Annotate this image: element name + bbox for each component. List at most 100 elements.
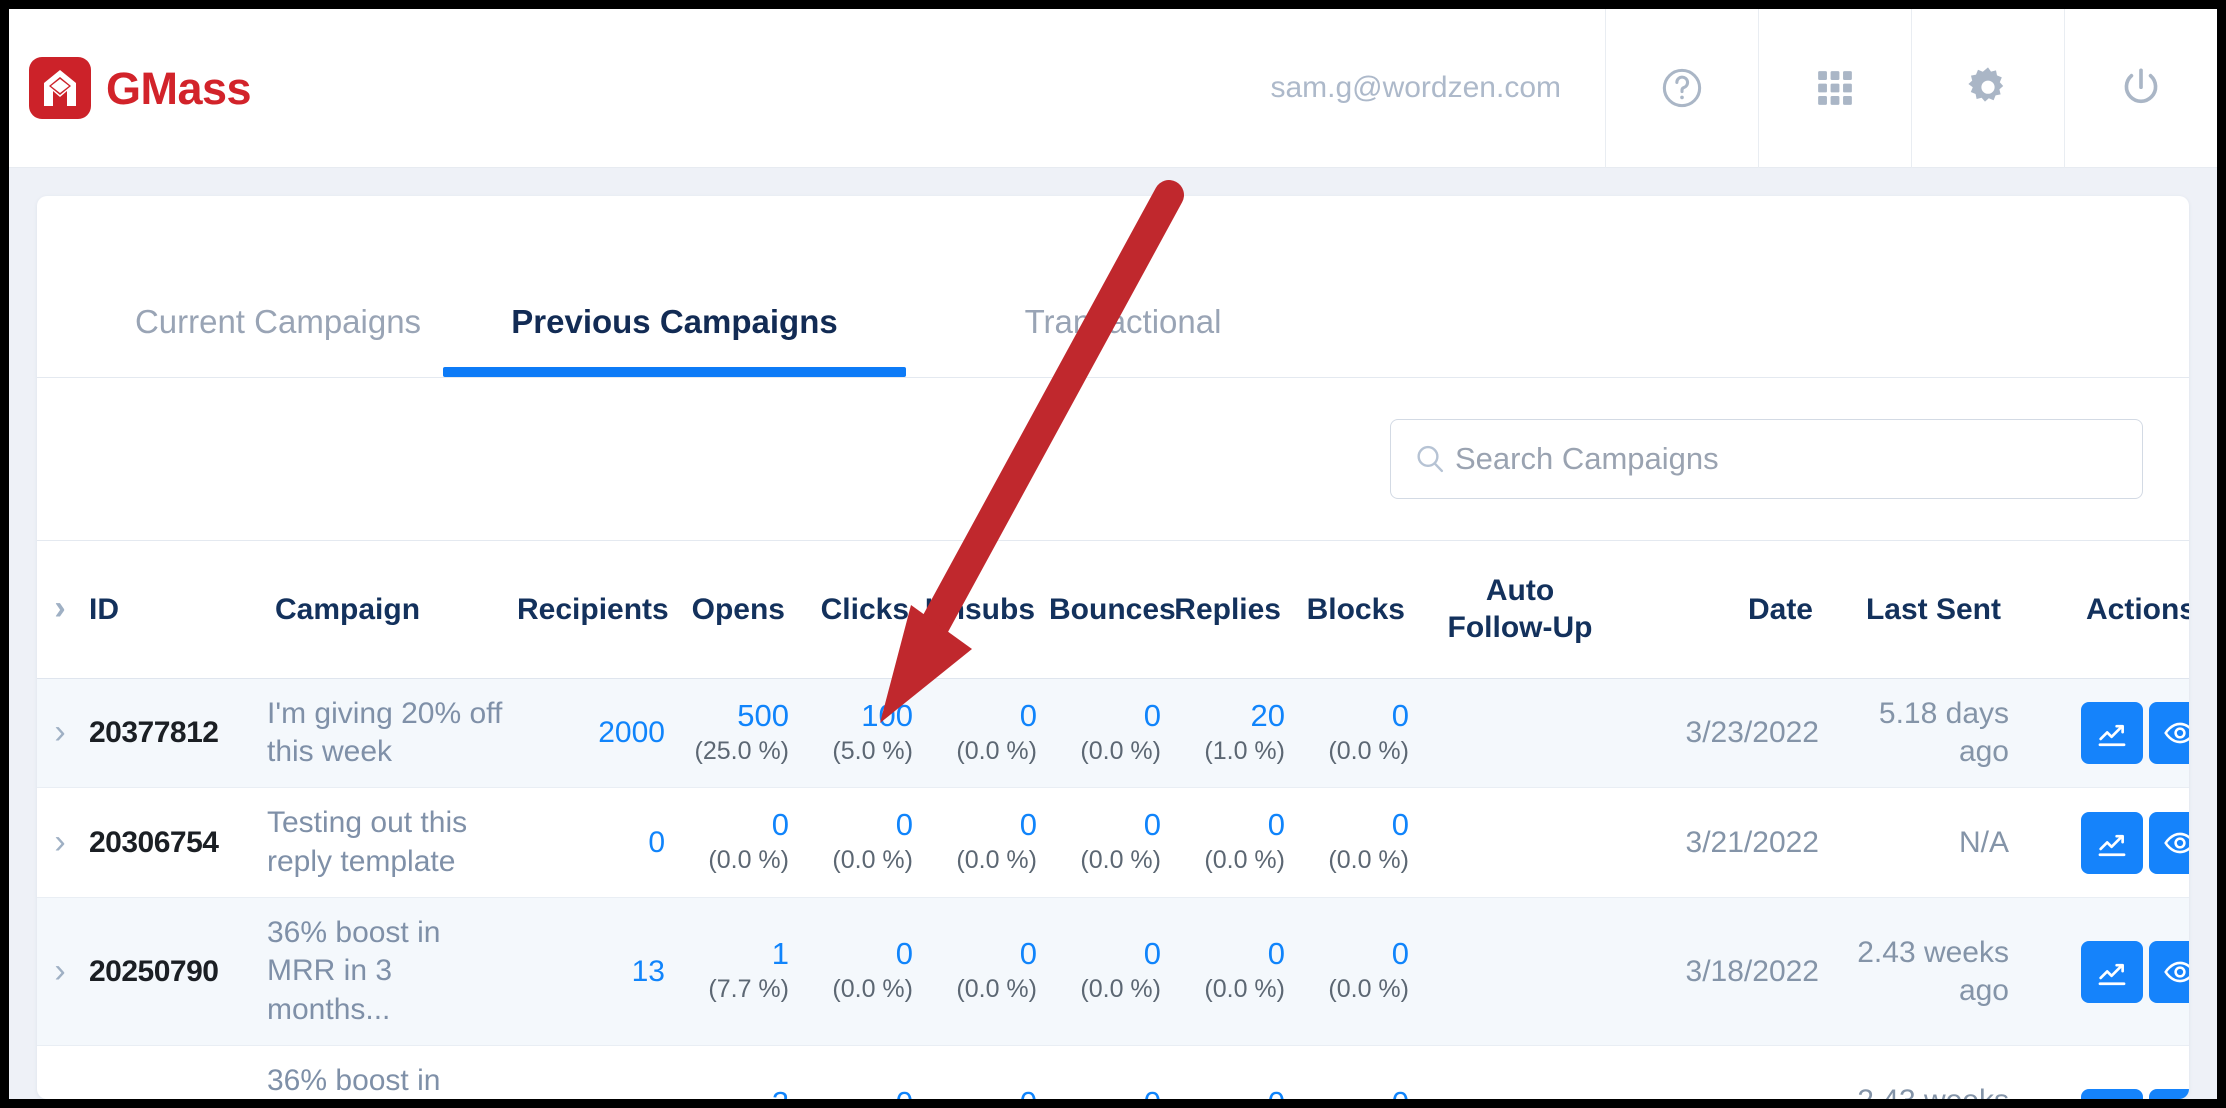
stat-percent: (0.0 %) (1328, 846, 1409, 875)
chevron-right-icon: › (54, 951, 66, 990)
stat-value: 0 (1143, 936, 1161, 972)
header-recipients[interactable]: Recipients (511, 541, 671, 678)
tab-previous-campaigns[interactable]: Previous Campaigns (443, 303, 906, 377)
tab-current-campaigns[interactable]: Current Campaigns (133, 303, 423, 377)
stat-value: 100 (861, 697, 913, 733)
apps-grid-icon[interactable] (1758, 9, 1911, 168)
cell-id[interactable]: 20306754 (83, 787, 261, 899)
cell-blocks[interactable]: 0(0.0 %) (1291, 787, 1415, 899)
cell-opens[interactable]: 2(11.8 %) (671, 1045, 795, 1099)
header-replies[interactable]: Replies (1167, 541, 1291, 678)
cell-clicks[interactable]: 0(0.0 %) (795, 897, 919, 1047)
cell-campaign[interactable]: Testing out this reply template (261, 787, 511, 899)
cell-auto-follow-up (1415, 678, 1625, 789)
cell-unsubs[interactable]: 0(0.0 %) (919, 897, 1043, 1047)
header-blocks[interactable]: Blocks (1291, 541, 1415, 678)
brand-name: GMass (106, 62, 252, 114)
preview-eye-icon[interactable] (2149, 701, 2189, 764)
header-clicks[interactable]: Clicks (795, 541, 919, 678)
stat-value: 0 (1143, 697, 1161, 733)
help-icon[interactable] (1605, 9, 1758, 168)
stat-percent: (0.0 %) (1204, 975, 1285, 1004)
cell-bounces[interactable]: 0(0.0 %) (1043, 1045, 1167, 1099)
table-row[interactable]: › 20377812 I'm giving 20% off this week 200… (37, 678, 2189, 789)
header-last-sent[interactable]: Last Sent (1825, 541, 2015, 678)
cell-recipients[interactable]: 2000 (511, 678, 671, 789)
expand-all-header[interactable]: › (37, 541, 83, 678)
cell-date: 3/23/2022 (1625, 678, 1825, 789)
reports-icon[interactable] (2081, 701, 2143, 764)
cell-replies[interactable]: 0(0.0 %) (1167, 1045, 1291, 1099)
row-expand-toggle[interactable]: › (37, 678, 83, 789)
search-input[interactable] (1455, 441, 2120, 477)
header-id[interactable]: ID (83, 541, 261, 678)
reports-icon[interactable] (2081, 1088, 2143, 1099)
cell-campaign[interactable]: 36% boost in MRR in 3 months... (261, 897, 511, 1047)
chevron-right-icon: › (54, 588, 66, 627)
cell-bounces[interactable]: 0(0.0 %) (1043, 897, 1167, 1047)
cell-blocks[interactable]: 0(0.0 %) (1291, 1045, 1415, 1099)
cell-blocks[interactable]: 0(0.0 %) (1291, 678, 1415, 789)
cell-bounces[interactable]: 0(0.0 %) (1043, 678, 1167, 789)
cell-date: 3/18/2022 (1625, 1045, 1825, 1099)
cell-opens[interactable]: 0 (0.0 %) (671, 787, 795, 899)
cell-blocks[interactable]: 0(0.0 %) (1291, 897, 1415, 1047)
cell-recipients[interactable]: 17 (511, 1045, 671, 1099)
cell-unsubs[interactable]: 0 (0.0 %) (919, 678, 1043, 789)
header-bounces[interactable]: Bounces (1043, 541, 1176, 678)
cell-clicks[interactable]: 0(0.0 %) (795, 787, 919, 899)
cell-recipients[interactable]: 13 (511, 897, 671, 1047)
row-expand-toggle[interactable]: › (37, 897, 83, 1047)
cell-unsubs[interactable]: 0(0.0 %) (919, 1045, 1043, 1099)
cell-opens[interactable]: 500 (25.0 %) (671, 678, 795, 789)
header-date[interactable]: Date (1625, 541, 1825, 678)
stat-percent: (0.0 %) (956, 736, 1037, 765)
brand-logo[interactable]: GMass (29, 57, 252, 119)
reports-icon[interactable] (2081, 940, 2143, 1003)
preview-eye-icon[interactable] (2149, 811, 2189, 874)
header-auto-follow-up[interactable]: Auto Follow-Up (1415, 541, 1625, 678)
cell-replies[interactable]: 0(0.0 %) (1167, 897, 1291, 1047)
cell-replies[interactable]: 0(0.0 %) (1167, 787, 1291, 899)
stat-value: 0 (925, 1085, 1037, 1099)
table-row[interactable]: › 20306754 Testing out this reply template… (37, 787, 2189, 899)
reports-icon[interactable] (2081, 811, 2143, 874)
cell-id[interactable]: 20250715 (83, 1045, 261, 1099)
page-body: Current Campaigns Previous Campaigns Tra… (9, 168, 2217, 1099)
cell-last-sent: 2.43 weeks ago (1825, 897, 2015, 1047)
stat-value: 0 (1019, 697, 1037, 733)
cell-opens[interactable]: 1 (7.7 %) (671, 897, 795, 1047)
gear-icon[interactable] (1911, 9, 2064, 168)
table-row[interactable]: › 20250790 36% boost in MRR in 3 months...… (37, 897, 2189, 1047)
cell-auto-follow-up (1415, 897, 1625, 1047)
header-unsubs[interactable]: Unsubs (919, 541, 1043, 678)
header-actions: Actions (2085, 592, 2189, 626)
cell-clicks[interactable]: 100 (5.0 %) (795, 678, 919, 789)
stat-value: 0 (1143, 807, 1161, 843)
row-expand-toggle[interactable]: › (37, 787, 83, 899)
search-campaigns-box[interactable] (1390, 419, 2143, 499)
cell-bounces[interactable]: 0(0.0 %) (1043, 787, 1167, 899)
cell-unsubs[interactable]: 0(0.0 %) (919, 787, 1043, 899)
cell-clicks[interactable]: 0(0.0 %) (795, 1045, 919, 1099)
stat-percent: (0.0 %) (956, 846, 1037, 875)
campaign-tabs: Current Campaigns Previous Campaigns Tra… (37, 196, 2189, 378)
cell-campaign[interactable]: I'm giving 20% off this week (261, 678, 511, 789)
cell-auto-follow-up (1415, 787, 1625, 899)
table-row[interactable]: ›2025071536% boost in MRR in 3 months...… (37, 1045, 2189, 1099)
row-expand-toggle[interactable]: › (37, 1045, 83, 1099)
stat-percent: (0.0 %) (956, 975, 1037, 1004)
header-opens[interactable]: Opens (671, 541, 795, 678)
preview-eye-icon[interactable] (2149, 940, 2189, 1003)
stat-value: 500 (737, 697, 789, 733)
preview-eye-icon[interactable] (2149, 1088, 2189, 1099)
cell-campaign[interactable]: 36% boost in MRR in 3 months... (261, 1045, 511, 1099)
cell-id[interactable]: 20377812 (83, 678, 261, 789)
cell-id[interactable]: 20250790 (83, 897, 261, 1047)
cell-replies[interactable]: 20 (1.0 %) (1167, 678, 1291, 789)
table-header-row: › ID Campaign Recipients Opens Clicks Un… (37, 541, 2189, 678)
header-campaign[interactable]: Campaign (261, 541, 511, 678)
tab-transactional[interactable]: Transactional (978, 303, 1268, 377)
power-icon[interactable] (2064, 9, 2217, 168)
cell-recipients[interactable]: 0 (511, 787, 671, 899)
